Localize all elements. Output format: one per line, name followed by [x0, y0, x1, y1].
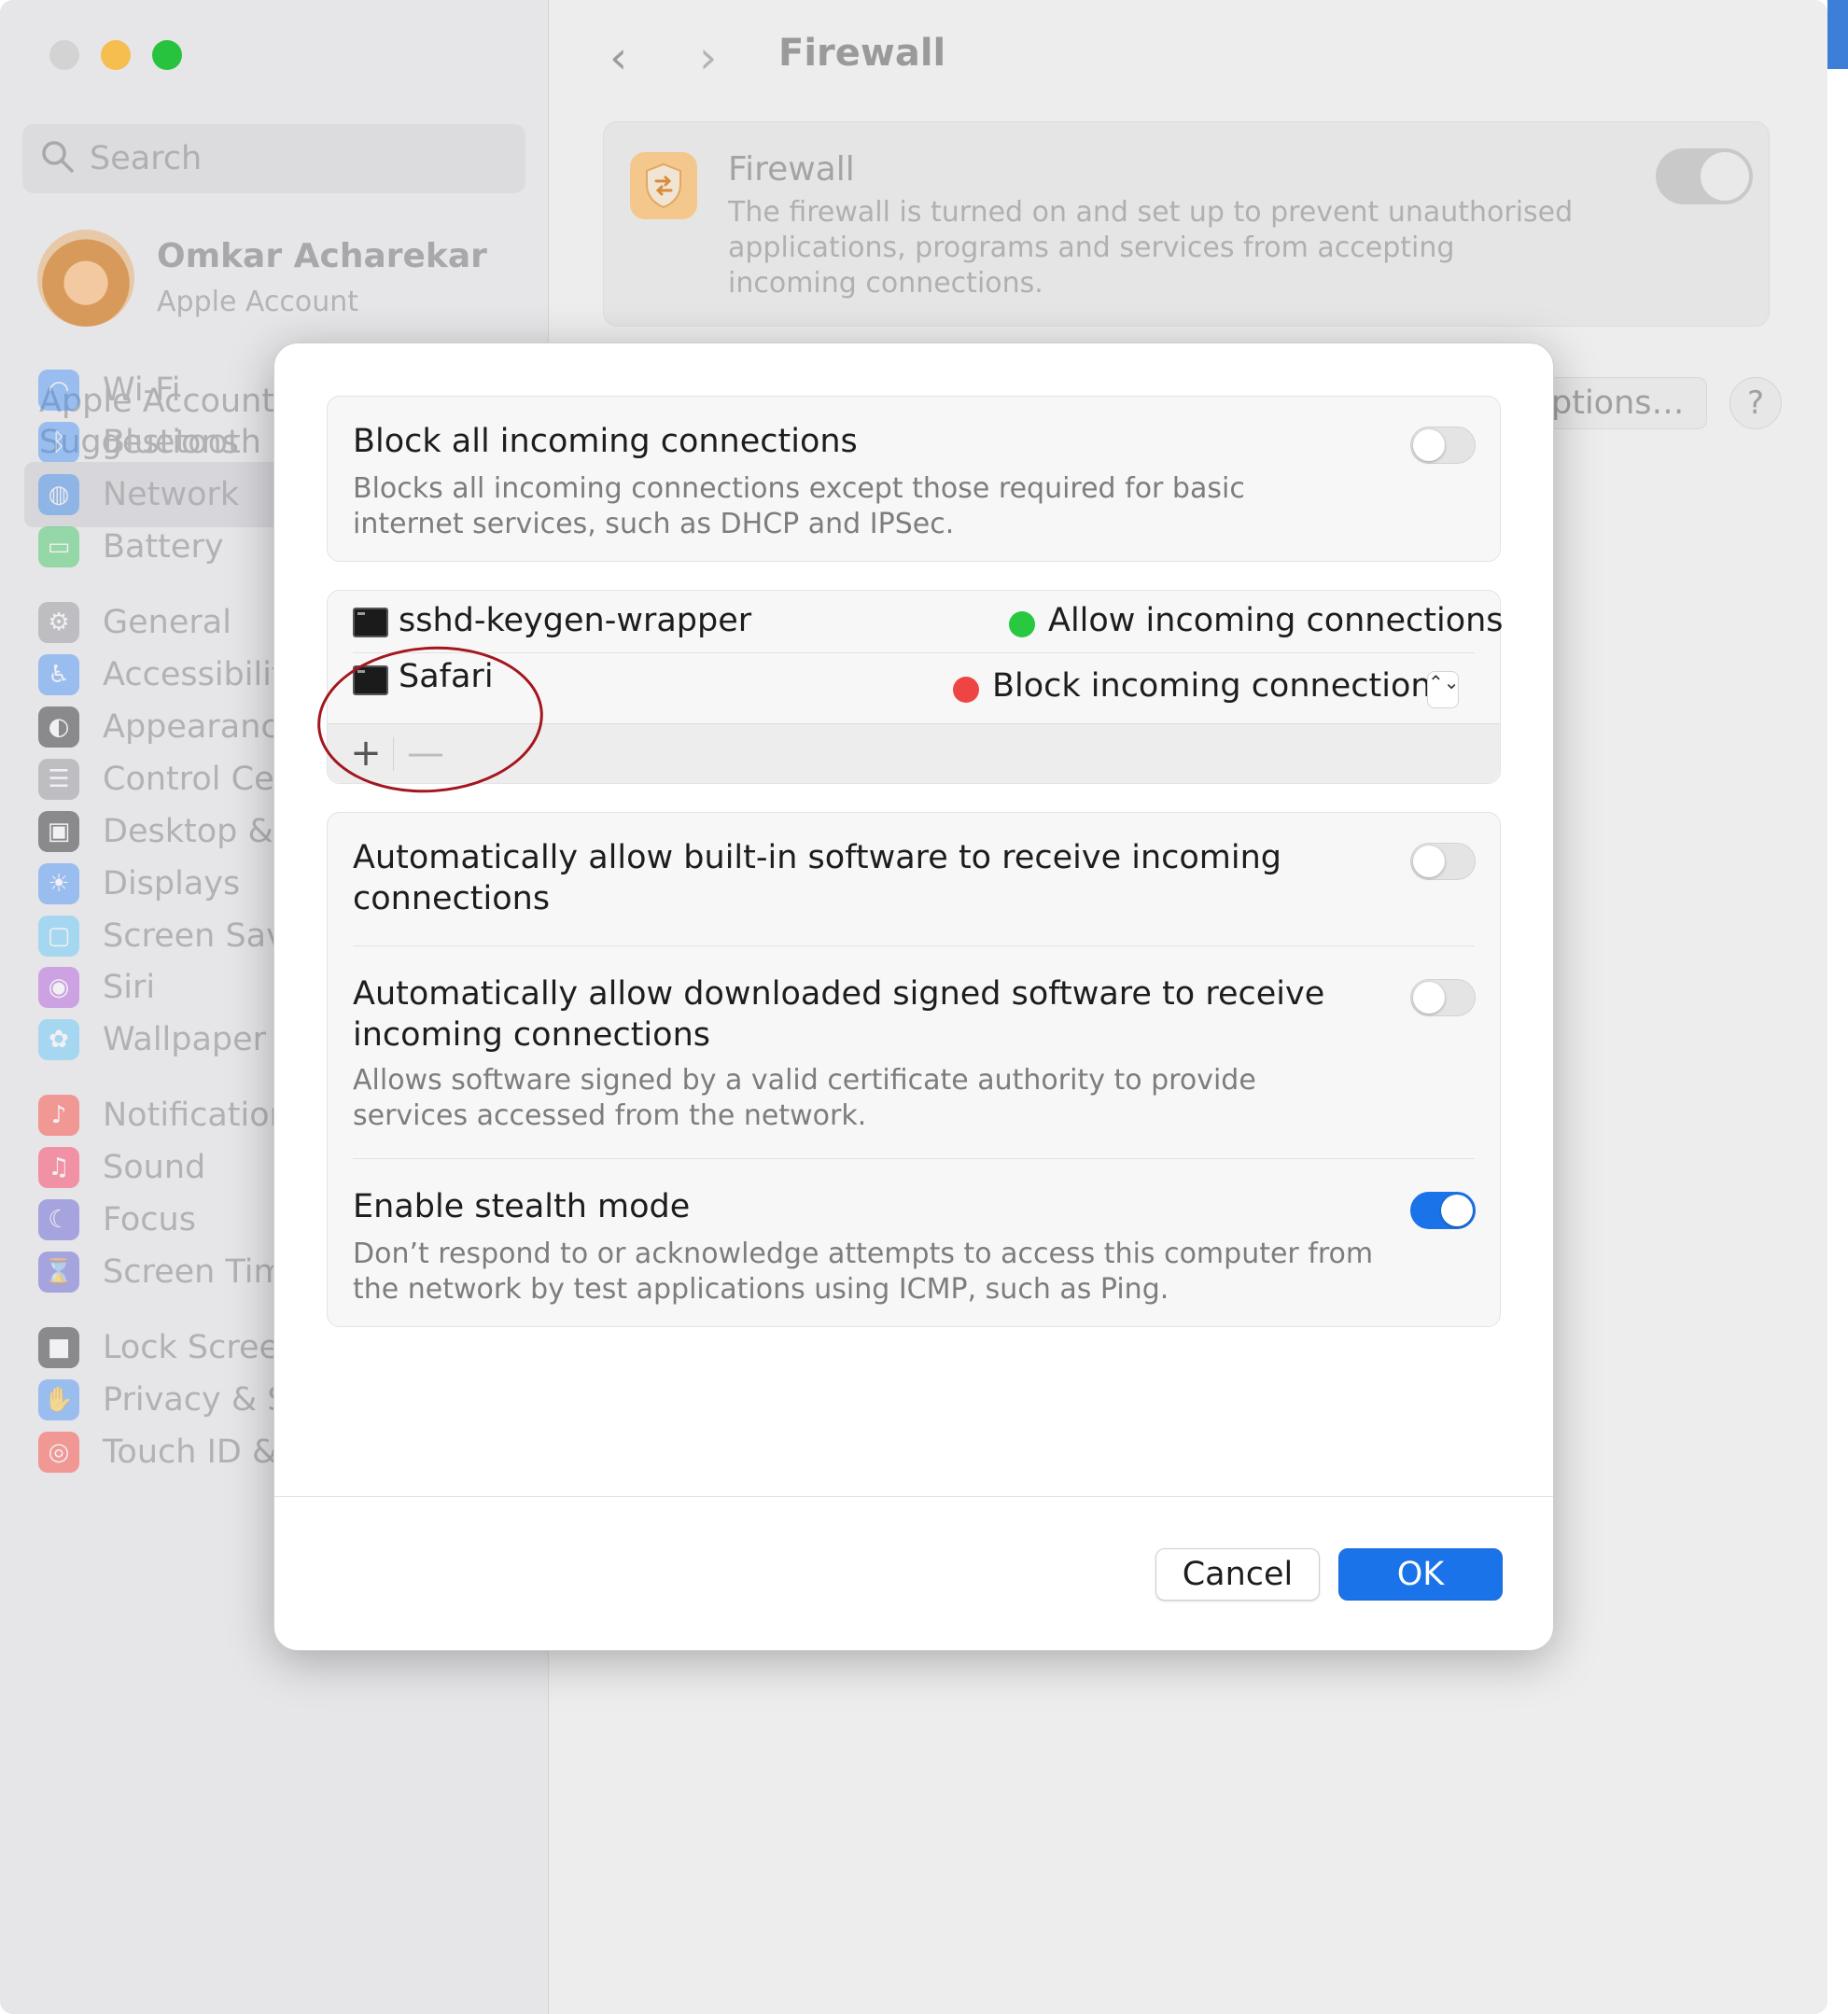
- sidebar-item-label: Lock Screen: [103, 1329, 301, 1366]
- row-divider: [353, 1158, 1475, 1159]
- globe-icon: ◍: [38, 474, 79, 515]
- app-name: Safari: [399, 658, 494, 695]
- list-item[interactable]: sshd-keygen-wrapper Allow incoming conne…: [328, 593, 1504, 652]
- sidebar-item-label: Focus: [103, 1201, 196, 1238]
- sidebar-item-label: Accessibilit: [103, 656, 285, 693]
- block-all-description: Blocks all incoming connections except t…: [353, 472, 1245, 540]
- block-all-group: Block all incoming connections Blocks al…: [327, 396, 1501, 562]
- hand-icon: ✋: [38, 1379, 79, 1420]
- ok-button[interactable]: OK: [1338, 1548, 1503, 1601]
- page-title: Firewall: [778, 32, 946, 75]
- avatar: [37, 230, 134, 327]
- back-button[interactable]: ‹: [609, 32, 627, 84]
- block-status-dot-icon: [953, 677, 979, 703]
- screen-time-icon: ⌛: [38, 1252, 79, 1293]
- notifications-icon: ♪: [38, 1095, 79, 1136]
- block-all-title: Block all incoming connections: [353, 423, 858, 460]
- control-centre-icon: ☰: [38, 759, 79, 800]
- auto-signed-title-line-1: Automatically allow downloaded signed so…: [353, 975, 1325, 1013]
- cancel-button[interactable]: Cancel: [1155, 1548, 1320, 1601]
- gear-icon: ⚙: [38, 602, 79, 643]
- list-footer: + —: [328, 723, 1500, 783]
- sheet-footer-divider: [274, 1496, 1553, 1497]
- lock-icon: ■: [38, 1327, 79, 1368]
- firewall-card: Firewall The firewall is turned on and s…: [603, 121, 1770, 327]
- sidebar-item-label: Desktop &: [103, 813, 273, 850]
- search-input[interactable]: [90, 124, 510, 193]
- forward-button[interactable]: ›: [699, 32, 717, 84]
- bluetooth-icon: ᛒ: [38, 422, 79, 463]
- accessibility-icon: ♿: [38, 654, 79, 695]
- sidebar-item-label: Notification: [103, 1097, 290, 1134]
- window-zoom-button[interactable]: [152, 40, 182, 70]
- displays-icon: ☀: [38, 863, 79, 904]
- firewall-toggle[interactable]: [1656, 148, 1753, 204]
- wallpaper-icon: ✿: [38, 1019, 79, 1060]
- app-rules-list: sshd-keygen-wrapper Allow incoming conne…: [327, 590, 1504, 784]
- allow-status-dot-icon: [1009, 611, 1035, 637]
- firewall-shield-icon: [630, 152, 697, 219]
- auto-builtin-title-line-2: connections: [353, 880, 551, 917]
- options-button[interactable]: ptions…: [1548, 377, 1707, 429]
- window-close-button[interactable]: [49, 40, 79, 70]
- sidebar-item-label: Bluetooth: [103, 424, 261, 461]
- background-window-edge: [1827, 0, 1848, 2014]
- app-name: sshd-keygen-wrapper: [399, 602, 752, 639]
- siri-icon: ◉: [38, 967, 79, 1008]
- search-box[interactable]: [22, 124, 525, 193]
- sound-icon: ♫: [38, 1147, 79, 1188]
- screen-saver-icon: ▢: [38, 916, 79, 957]
- wifi-icon: ◠: [38, 370, 79, 411]
- safari-app-icon: [353, 665, 388, 695]
- sidebar-item-label: Battery: [103, 528, 224, 566]
- appearance-icon: ◐: [38, 706, 79, 748]
- sidebar-item-label: Control Ce: [103, 761, 274, 798]
- block-all-toggle[interactable]: [1410, 427, 1476, 464]
- app-status[interactable]: Allow incoming connections: [1048, 602, 1504, 639]
- sidebar-item-label: Network: [103, 476, 240, 513]
- terminal-app-icon: [353, 608, 388, 637]
- footer-separator: [393, 737, 394, 771]
- sidebar-item-label: Sound: [103, 1149, 206, 1186]
- stealth-mode-toggle[interactable]: [1410, 1192, 1476, 1229]
- sidebar-item-label: General: [103, 604, 231, 641]
- app-status-popup[interactable]: Block incoming connections: [992, 667, 1449, 705]
- firewall-options-sheet: Block all incoming connections Blocks al…: [273, 343, 1554, 1651]
- sidebar-item-label: Displays: [103, 865, 241, 902]
- account-subtitle: Apple Account: [157, 286, 359, 318]
- auto-signed-toggle[interactable]: [1410, 979, 1476, 1016]
- auto-signed-description: Allows software signed by a valid certif…: [353, 1064, 1256, 1132]
- updown-chevron-icon[interactable]: ⌃⌄: [1427, 671, 1460, 708]
- auto-builtin-toggle[interactable]: [1410, 843, 1476, 880]
- battery-icon: ▭: [38, 526, 79, 567]
- stealth-mode-title: Enable stealth mode: [353, 1188, 691, 1225]
- add-app-button[interactable]: +: [343, 730, 389, 778]
- background-window-accent: [1827, 0, 1848, 69]
- stealth-mode-description: Don’t respond to or acknowledge attempts…: [353, 1238, 1374, 1306]
- sidebar-item-label: Screen Sav: [103, 917, 286, 955]
- row-divider: [353, 945, 1475, 946]
- window-minimize-button[interactable]: [101, 40, 131, 70]
- account-name: Omkar Acharekar: [157, 237, 487, 275]
- help-button[interactable]: ?: [1729, 377, 1782, 429]
- sidebar-item-label: Wallpaper: [103, 1021, 267, 1058]
- focus-icon: ☾: [38, 1199, 79, 1240]
- list-item[interactable]: Safari Block incoming connections ⌃⌄: [328, 654, 1502, 714]
- sidebar-item-label: Appearanc: [103, 708, 279, 746]
- auto-builtin-title-line-1: Automatically allow built-in software to…: [353, 839, 1282, 876]
- row-divider: [353, 652, 1475, 653]
- desktop-icon: ▣: [38, 811, 79, 852]
- apple-account-item[interactable]: Omkar Acharekar Apple Account: [37, 230, 523, 327]
- firewall-card-description: The firewall is turned on and set up to …: [728, 196, 1574, 300]
- fingerprint-icon: ◎: [38, 1432, 79, 1473]
- auto-allow-group: Automatically allow built-in software to…: [327, 812, 1501, 1327]
- sidebar-item-label: Wi-Fi: [103, 371, 181, 409]
- remove-app-button[interactable]: —: [402, 730, 449, 778]
- firewall-card-title: Firewall: [728, 150, 855, 189]
- sidebar-item-label: Siri: [103, 969, 156, 1006]
- auto-signed-title-line-2: incoming connections: [353, 1016, 710, 1054]
- search-icon: [42, 141, 74, 173]
